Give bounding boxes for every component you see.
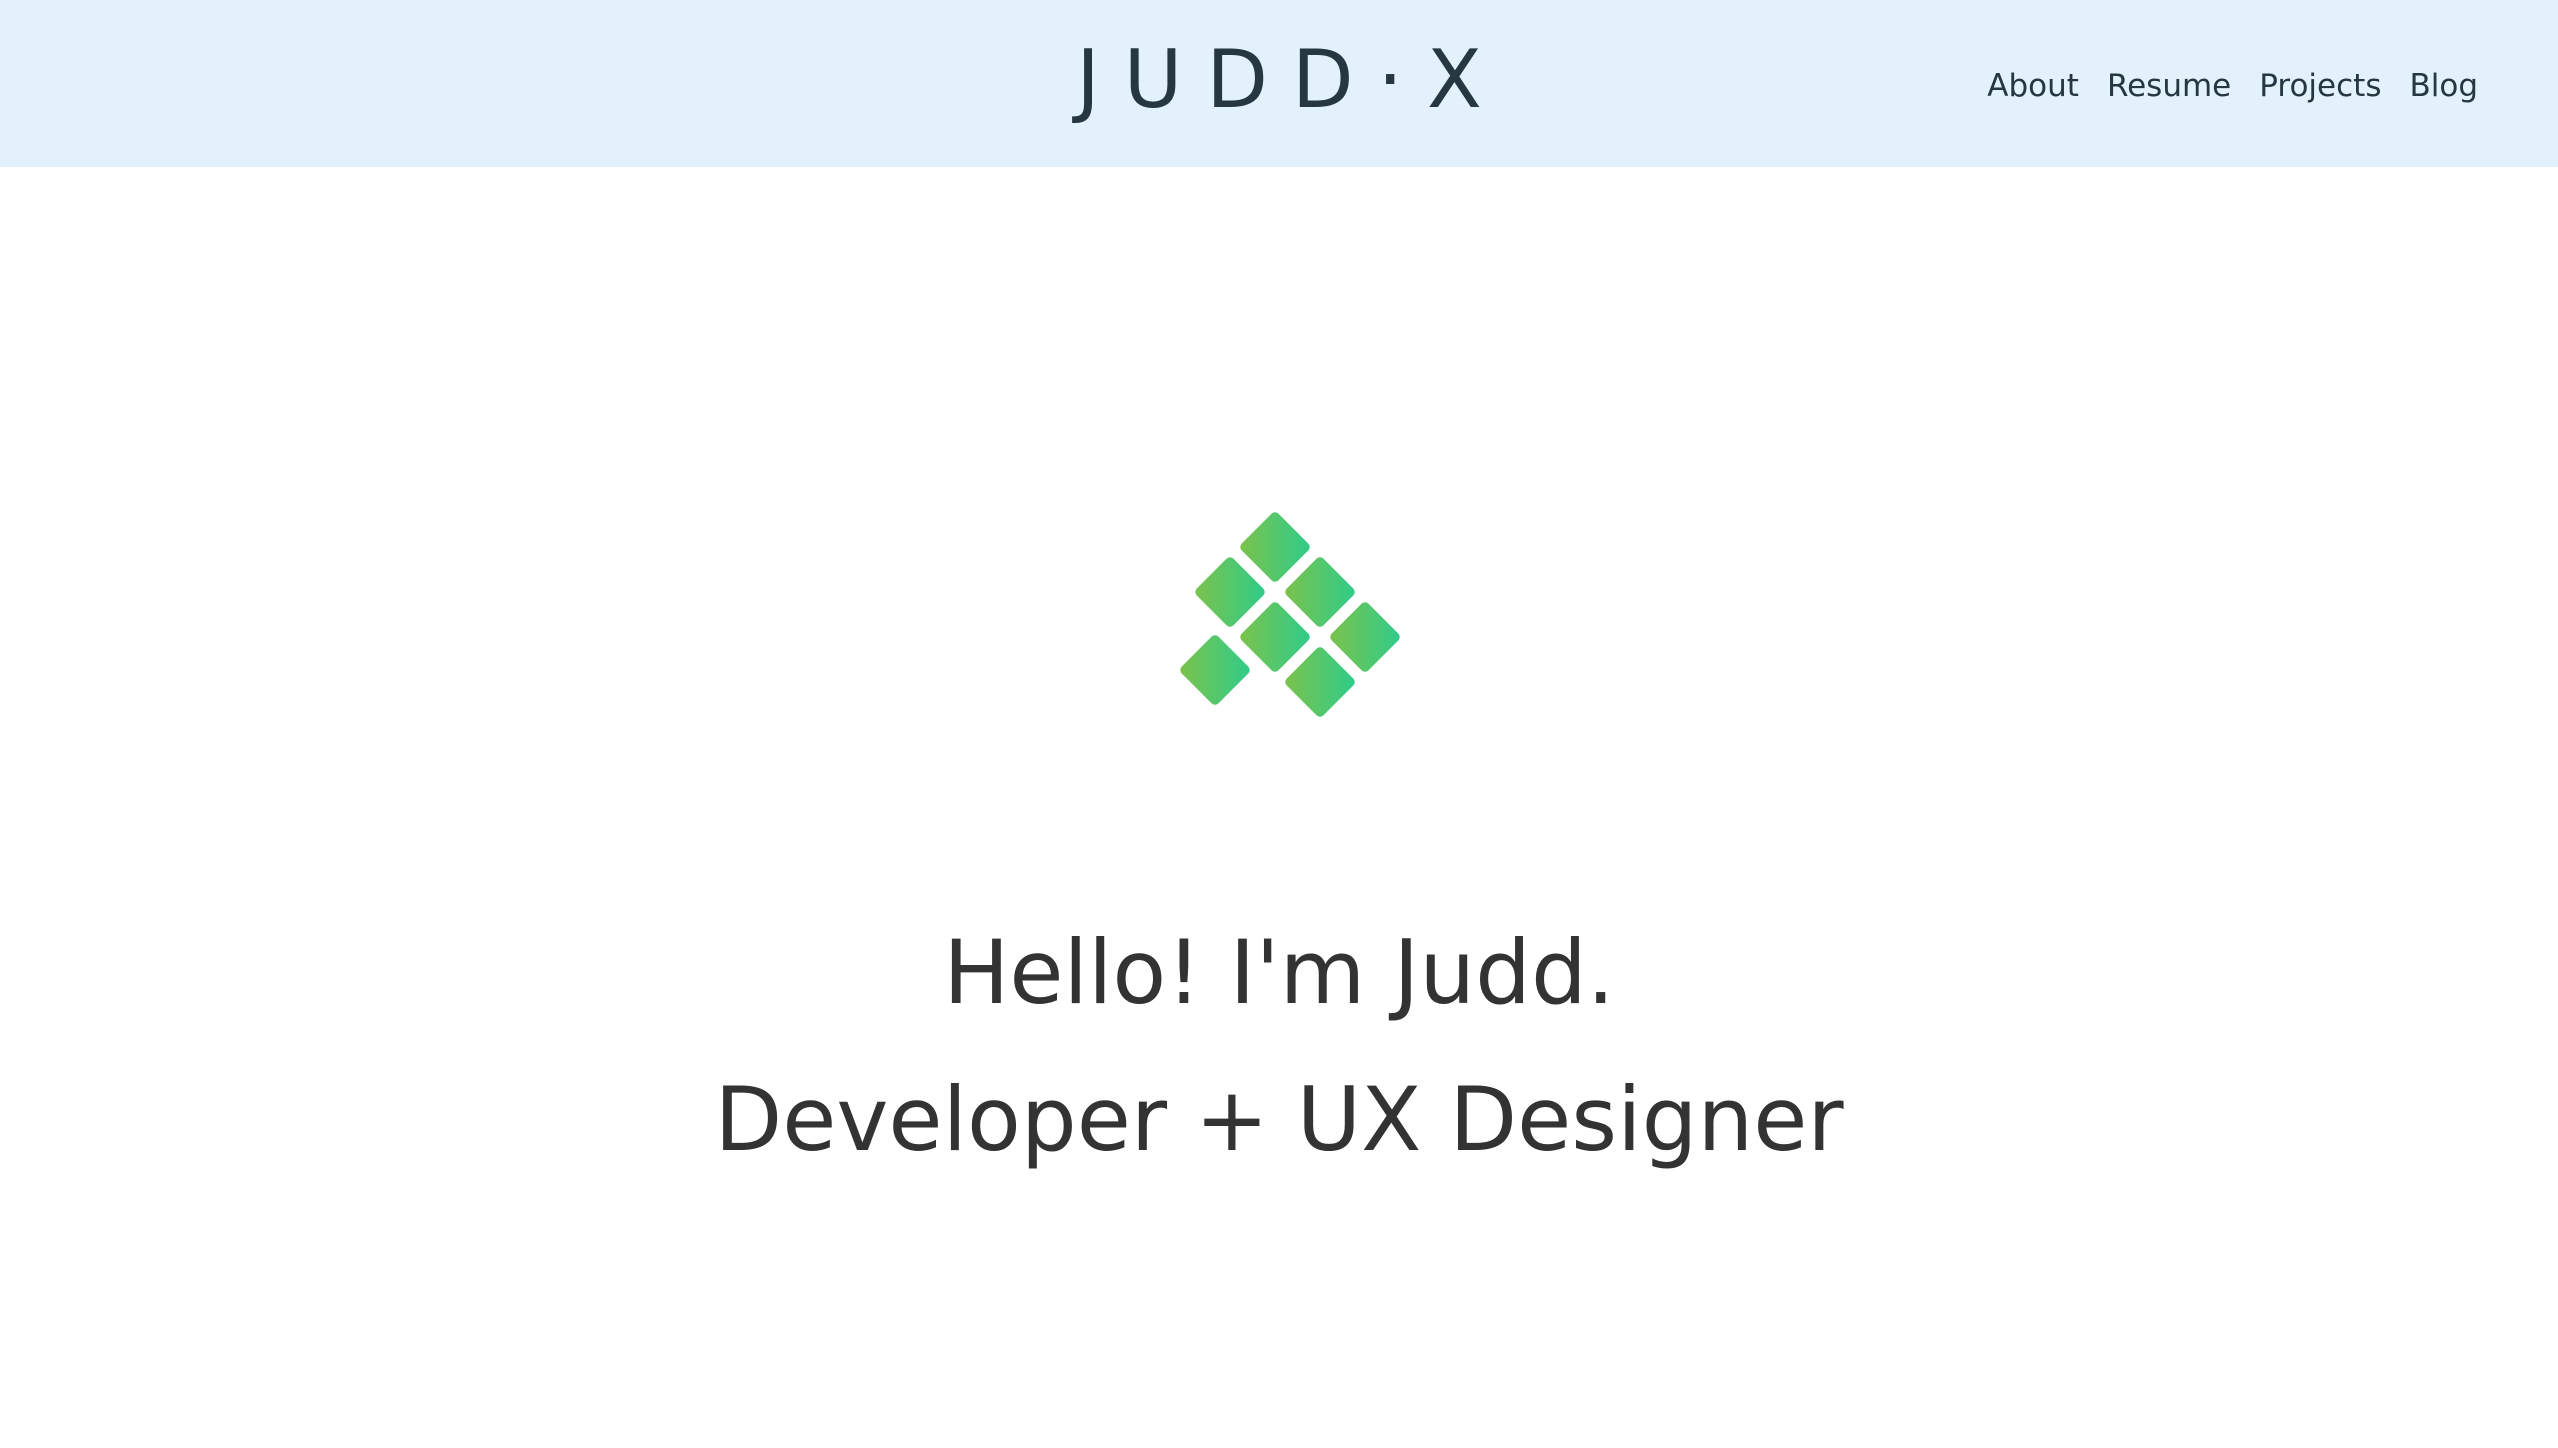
nav-link-about[interactable]: About <box>1987 66 2079 106</box>
nav-link-resume[interactable]: Resume <box>2107 66 2231 106</box>
hero-greeting: Hello! I'm Judd. <box>943 921 1615 1024</box>
green-diamond-tiles-icon <box>1165 505 1405 735</box>
logo-tile <box>1330 602 1400 672</box>
logo-tile <box>1240 512 1310 582</box>
nav-link-projects[interactable]: Projects <box>2259 66 2381 106</box>
logo-tile <box>1180 635 1250 705</box>
logo-svg <box>1180 512 1400 717</box>
brand-title: JUDD·X <box>1076 33 1506 126</box>
logo-tile <box>1195 557 1265 627</box>
logo-tile <box>1285 557 1355 627</box>
hero-role: Developer + UX Designer <box>714 1068 1844 1171</box>
logo-tile <box>1240 602 1310 672</box>
site-header: JUDD·X About Resume Projects Blog <box>0 0 2558 167</box>
logo-tile <box>1285 647 1355 717</box>
main-nav: About Resume Projects Blog <box>1987 66 2478 106</box>
nav-link-blog[interactable]: Blog <box>2409 66 2478 106</box>
page: JUDD·X About Resume Projects Blog Hello!… <box>0 0 2558 1448</box>
